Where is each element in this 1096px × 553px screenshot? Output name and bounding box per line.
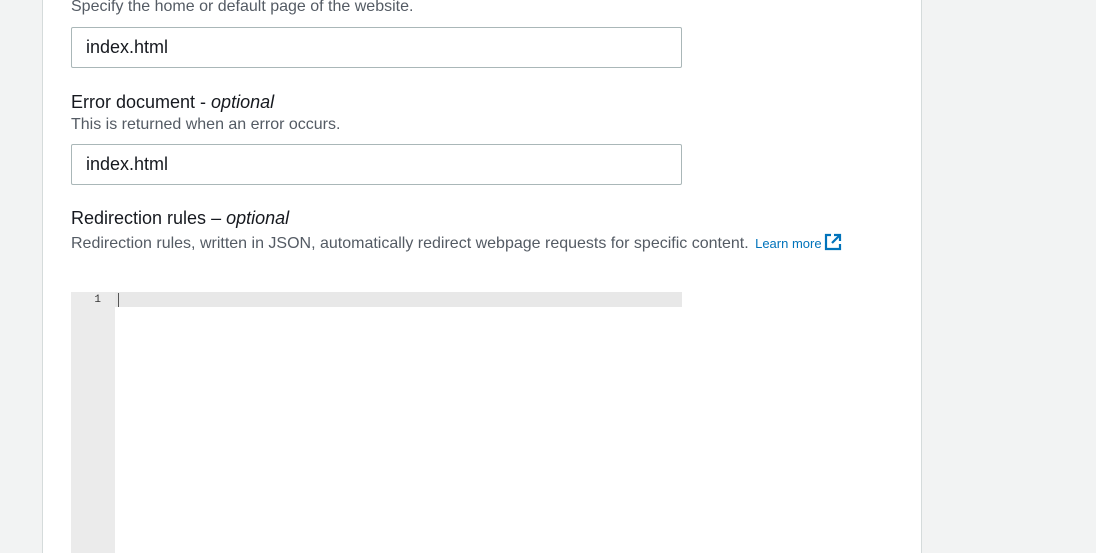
error-document-label-text: Error document - bbox=[71, 92, 212, 112]
learn-more-text: Learn more bbox=[755, 236, 822, 251]
editor-active-line[interactable] bbox=[115, 292, 682, 307]
learn-more-link[interactable]: Learn more bbox=[755, 233, 842, 254]
redirection-rules-label: Redirection rules – optional bbox=[71, 208, 289, 229]
error-document-input[interactable] bbox=[71, 144, 682, 185]
error-document-description: This is returned when an error occurs. bbox=[71, 116, 341, 133]
redirection-rules-description-row: Redirection rules, written in JSON, auto… bbox=[71, 233, 842, 254]
text-cursor bbox=[118, 293, 119, 307]
redirection-rules-description: Redirection rules, written in JSON, auto… bbox=[71, 235, 749, 252]
index-document-input[interactable] bbox=[71, 27, 682, 68]
editor-gutter: 1 bbox=[71, 292, 115, 553]
error-document-optional: optional bbox=[211, 92, 275, 112]
external-link-icon bbox=[824, 233, 842, 254]
line-number: 1 bbox=[94, 294, 101, 306]
redirection-rules-editor[interactable]: 1 bbox=[71, 292, 682, 553]
redirection-rules-optional: optional bbox=[226, 208, 290, 228]
redirection-rules-label-text: Redirection rules – bbox=[71, 208, 227, 228]
index-document-description: Specify the home or default page of the … bbox=[71, 0, 414, 15]
static-website-hosting-panel: Specify the home or default page of the … bbox=[42, 0, 922, 553]
error-document-label: Error document - optional bbox=[71, 92, 274, 113]
